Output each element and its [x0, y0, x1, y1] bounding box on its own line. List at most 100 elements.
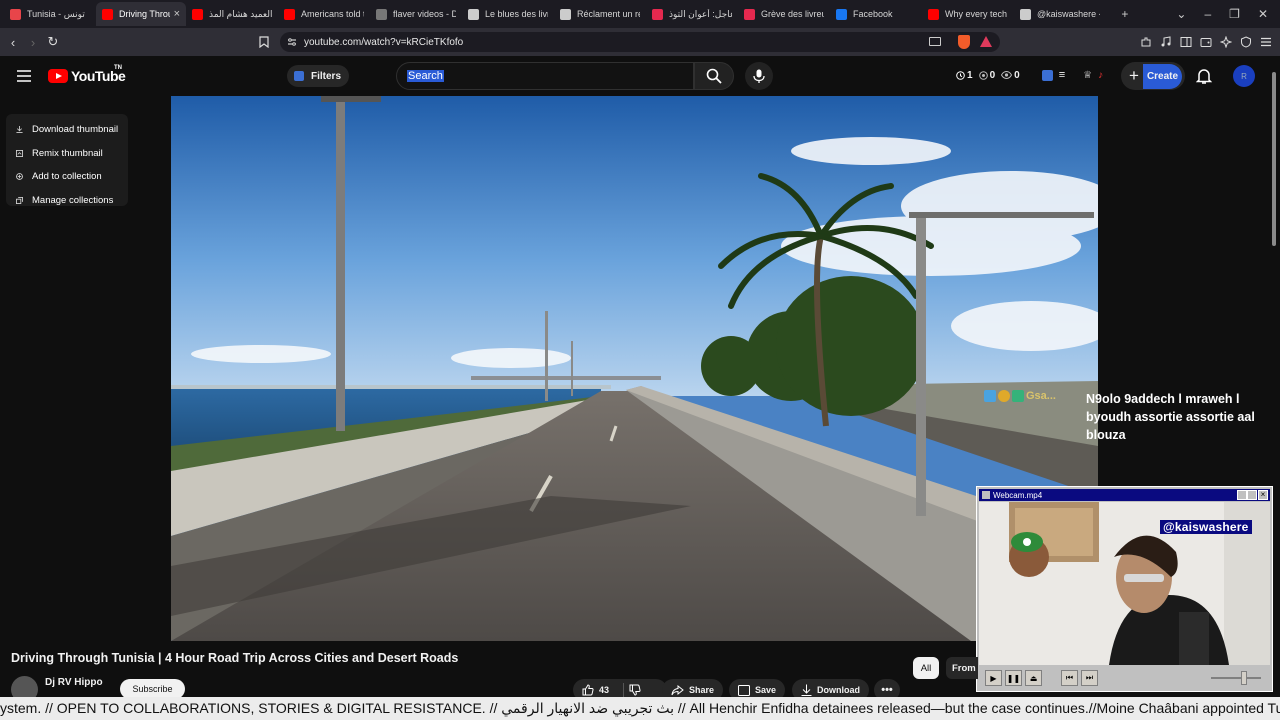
webcam-titlebar[interactable]: Webcam.mp4 × — [979, 489, 1270, 501]
browser-tab[interactable]: Grève des livreur — [738, 2, 830, 26]
chip-from[interactable]: From — [946, 657, 978, 679]
browser-tab[interactable]: Facebook — [830, 2, 922, 26]
browser-tab[interactable]: عاجل: أعوان التوذ — [646, 2, 738, 26]
play-button[interactable]: ▶ — [985, 670, 1002, 686]
channel-name[interactable]: Dj RV Hippo — [45, 677, 103, 688]
url-text: youtube.com/watch?v=kRCieTKfofo — [304, 36, 464, 48]
hamburger-menu-icon[interactable] — [17, 70, 31, 82]
next-button[interactable]: ⏭ — [1081, 670, 1098, 686]
download-arrow-icon — [801, 684, 812, 696]
forward-button[interactable]: › — [23, 32, 43, 52]
menu-item-remix-thumbnail[interactable]: Remix thumbnail — [6, 142, 128, 166]
wallet-icon[interactable] — [1200, 36, 1212, 48]
close-window-x-button[interactable]: × — [1258, 490, 1268, 500]
cast-icon[interactable] — [929, 37, 941, 46]
search-button[interactable] — [694, 62, 734, 90]
notifications-bell-icon[interactable] — [1196, 68, 1212, 85]
page-scrollbar[interactable] — [1270, 60, 1278, 700]
notification-off-icon[interactable]: ♪ — [1098, 70, 1103, 81]
address-bar[interactable]: youtube.com/watch?v=kRCieTKfofo — [280, 32, 1000, 52]
restore-button[interactable]: ❐ — [1229, 7, 1240, 21]
counter-item: 0 — [978, 70, 995, 81]
chat-user-name: Gsa... — [1026, 390, 1056, 402]
browser-tab[interactable]: Tunisia - تونس — [4, 2, 96, 26]
video-title: Driving Through Tunisia | 4 Hour Road Tr… — [11, 651, 459, 665]
seek-slider-thumb[interactable] — [1241, 671, 1247, 685]
menu-item-label: Remix thumbnail — [32, 147, 103, 159]
tab-favicon-icon — [560, 8, 571, 20]
tab-title: Le blues des livre — [485, 9, 548, 19]
browser-tab[interactable]: العميد هشام المذ — [186, 2, 278, 26]
save-label: Save — [755, 685, 777, 695]
maximize-window-button[interactable] — [1247, 490, 1257, 500]
tab-title: Why every tech c — [945, 9, 1008, 19]
music-icon[interactable] — [1160, 36, 1172, 48]
brave-shield-icon[interactable] — [958, 35, 970, 49]
browser-tab-bar: Tunisia - تونس Driving Throu × العميد هشام … — [0, 0, 1280, 28]
ai-sparkle-icon[interactable] — [1220, 36, 1232, 48]
close-tab-icon[interactable]: × — [174, 8, 180, 20]
like-count: 43 — [599, 685, 610, 695]
remix-icon — [16, 149, 23, 157]
tab-favicon-icon — [376, 8, 387, 20]
vpn-shield-icon[interactable] — [1240, 36, 1252, 48]
browser-tab[interactable]: Americans told t — [278, 2, 370, 26]
voice-search-button[interactable] — [745, 62, 773, 90]
puzzle-icon[interactable] — [1140, 36, 1152, 48]
new-tab-button[interactable]: + — [1121, 7, 1128, 21]
scrollbar-thumb[interactable] — [1272, 72, 1276, 246]
menu-item-add-to-collection[interactable]: Add to collection — [6, 165, 128, 189]
menu-item-manage-collections[interactable]: Manage collections — [6, 189, 128, 213]
search-input[interactable]: Search — [396, 62, 694, 90]
rewards-icon[interactable] — [980, 36, 992, 47]
browser-tab[interactable]: flaver videos - D — [370, 2, 462, 26]
site-settings-icon[interactable] — [287, 37, 297, 47]
seek-slider[interactable] — [1211, 677, 1261, 679]
trophy-icon[interactable]: ♕ — [1083, 70, 1092, 81]
list-icon[interactable]: ≡ — [1059, 69, 1065, 81]
youtube-logo[interactable]: YouTube TN — [48, 65, 126, 84]
browser-tab[interactable]: Réclament un re — [554, 2, 646, 26]
badge-icon — [998, 390, 1010, 402]
tab-list: Tunisia - تونس Driving Throu × العميد هشام … — [0, 2, 1106, 26]
tab-favicon-icon — [1020, 8, 1031, 20]
webcam-title: Webcam.mp4 — [993, 490, 1043, 500]
minimize-window-button[interactable] — [1237, 490, 1247, 500]
chip-all[interactable]: All — [913, 657, 939, 679]
chat-message: N9olo 9addech l mraweh l byoudh assortie… — [1086, 392, 1255, 442]
reload-button[interactable]: ↻ — [43, 32, 63, 52]
browser-tab[interactable]: Le blues des livre — [462, 2, 554, 26]
back-button[interactable]: ‹ — [3, 32, 23, 52]
thumbs-up-icon — [582, 684, 594, 696]
bookmark-icon[interactable] — [254, 32, 274, 52]
thumbs-down-icon[interactable] — [629, 684, 641, 696]
sidebar-icon[interactable] — [1180, 36, 1192, 48]
tab-favicon-icon — [744, 8, 755, 20]
eject-button[interactable]: ⏏ — [1025, 670, 1042, 686]
video-player[interactable] — [171, 96, 1098, 641]
webcam-window[interactable]: Webcam.mp4 × ▶ ❚❚ ⏏ ⏮ ⏭ — [976, 486, 1273, 692]
filter-icon — [294, 71, 304, 81]
browser-tab[interactable]: @kaiswashere - — [1014, 2, 1106, 26]
filters-button[interactable]: Filters — [287, 65, 350, 87]
subscribe-button[interactable]: Subscribe — [120, 679, 185, 699]
tab-title: Grève des livreur — [761, 9, 824, 19]
minimize-button[interactable]: – — [1204, 7, 1211, 21]
create-label: Create — [1142, 63, 1183, 89]
tab-title: @kaiswashere - — [1037, 9, 1100, 19]
pause-button[interactable]: ❚❚ — [1005, 670, 1022, 686]
menu-icon[interactable] — [1260, 36, 1272, 48]
counter-value: 0 — [1014, 69, 1020, 81]
close-window-button[interactable]: ✕ — [1258, 7, 1268, 21]
badge-icon — [984, 390, 996, 402]
menu-item-download-thumbnail[interactable]: Download thumbnail — [6, 118, 128, 142]
tab-list-chevron-icon[interactable]: ⌄ — [1176, 7, 1186, 21]
extension-badge-icon[interactable] — [1041, 69, 1053, 81]
browser-tab[interactable]: Driving Throu × — [96, 2, 186, 26]
tab-title: Tunisia - تونس — [27, 8, 85, 19]
more-horizontal-icon: ••• — [881, 684, 893, 696]
browser-tab[interactable]: Why every tech c — [922, 2, 1014, 26]
previous-button[interactable]: ⏮ — [1061, 670, 1078, 686]
account-avatar[interactable]: R — [1233, 65, 1255, 87]
create-button[interactable]: + Create — [1121, 62, 1185, 90]
